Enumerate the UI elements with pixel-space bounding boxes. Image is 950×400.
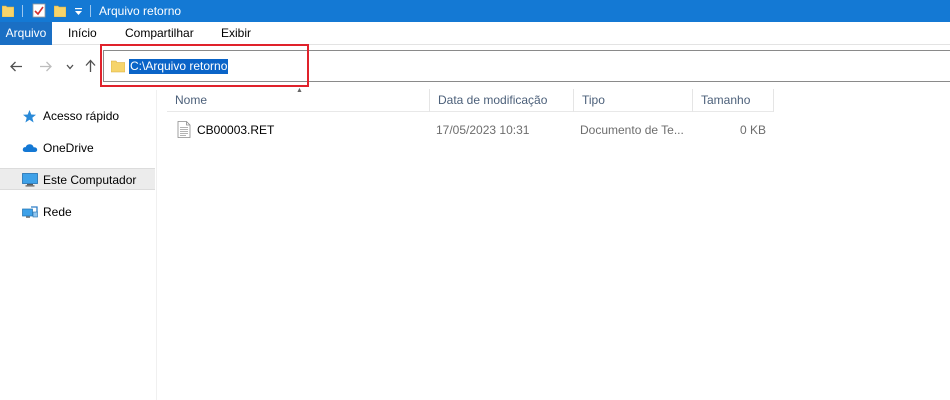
tab-arquivo[interactable]: Arquivo [0, 22, 52, 45]
file-size: 0 KB [739, 123, 766, 137]
sidebar-item-label: Rede [43, 205, 72, 219]
file-name: CB00003.RET [197, 123, 275, 137]
file-list-header: Nome Data de modificação Tipo Tamanho [167, 89, 774, 112]
folder-icon[interactable] [2, 3, 14, 17]
column-header-tamanho[interactable]: Tamanho [693, 89, 774, 112]
column-header-tipo[interactable]: Tipo [574, 89, 693, 112]
text-file-icon [177, 121, 191, 138]
recent-locations-icon[interactable] [66, 64, 74, 70]
column-header-nome[interactable]: Nome [167, 89, 430, 112]
sidebar-item-label: OneDrive [43, 141, 94, 155]
forward-icon[interactable] [39, 61, 52, 72]
window-title: Arquivo retorno [99, 4, 182, 18]
tab-compartilhar[interactable]: Compartilhar [125, 22, 194, 45]
separator [22, 5, 23, 17]
ribbon-tabs: Arquivo Início Compartilhar Exibir [0, 22, 950, 45]
customize-toolbar-icon[interactable] [74, 7, 83, 16]
network-icon [22, 206, 38, 218]
highlight-box [100, 44, 309, 87]
tab-exibir[interactable]: Exibir [221, 22, 251, 45]
sidebar-item-onedrive[interactable]: OneDrive [0, 137, 155, 159]
title-bar: Arquivo retorno [0, 0, 950, 22]
sidebar-item-label: Este Computador [43, 173, 137, 187]
navigation-pane: Acesso rápido OneDrive Este Computador R… [0, 90, 157, 400]
file-modified: 17/05/2023 10:31 [436, 123, 530, 137]
back-icon[interactable] [10, 61, 23, 72]
computer-icon [22, 173, 38, 187]
table-row[interactable]: CB00003.RET 17/05/2023 10:31 Documento d… [167, 119, 774, 141]
sidebar-item-este-computador[interactable]: Este Computador [0, 168, 155, 190]
separator [90, 5, 91, 17]
sidebar-item-label: Acesso rápido [43, 109, 120, 123]
file-type: Documento de Te... [580, 123, 684, 137]
star-icon [23, 110, 36, 123]
cloud-icon [22, 144, 38, 152]
new-folder-icon[interactable] [54, 3, 66, 17]
up-icon[interactable] [85, 59, 96, 73]
column-header-data[interactable]: Data de modificação [430, 89, 574, 112]
sidebar-item-acesso-rapido[interactable]: Acesso rápido [0, 105, 155, 127]
tab-inicio[interactable]: Início [68, 22, 97, 45]
properties-icon[interactable] [32, 3, 46, 18]
sidebar-item-rede[interactable]: Rede [0, 201, 155, 223]
